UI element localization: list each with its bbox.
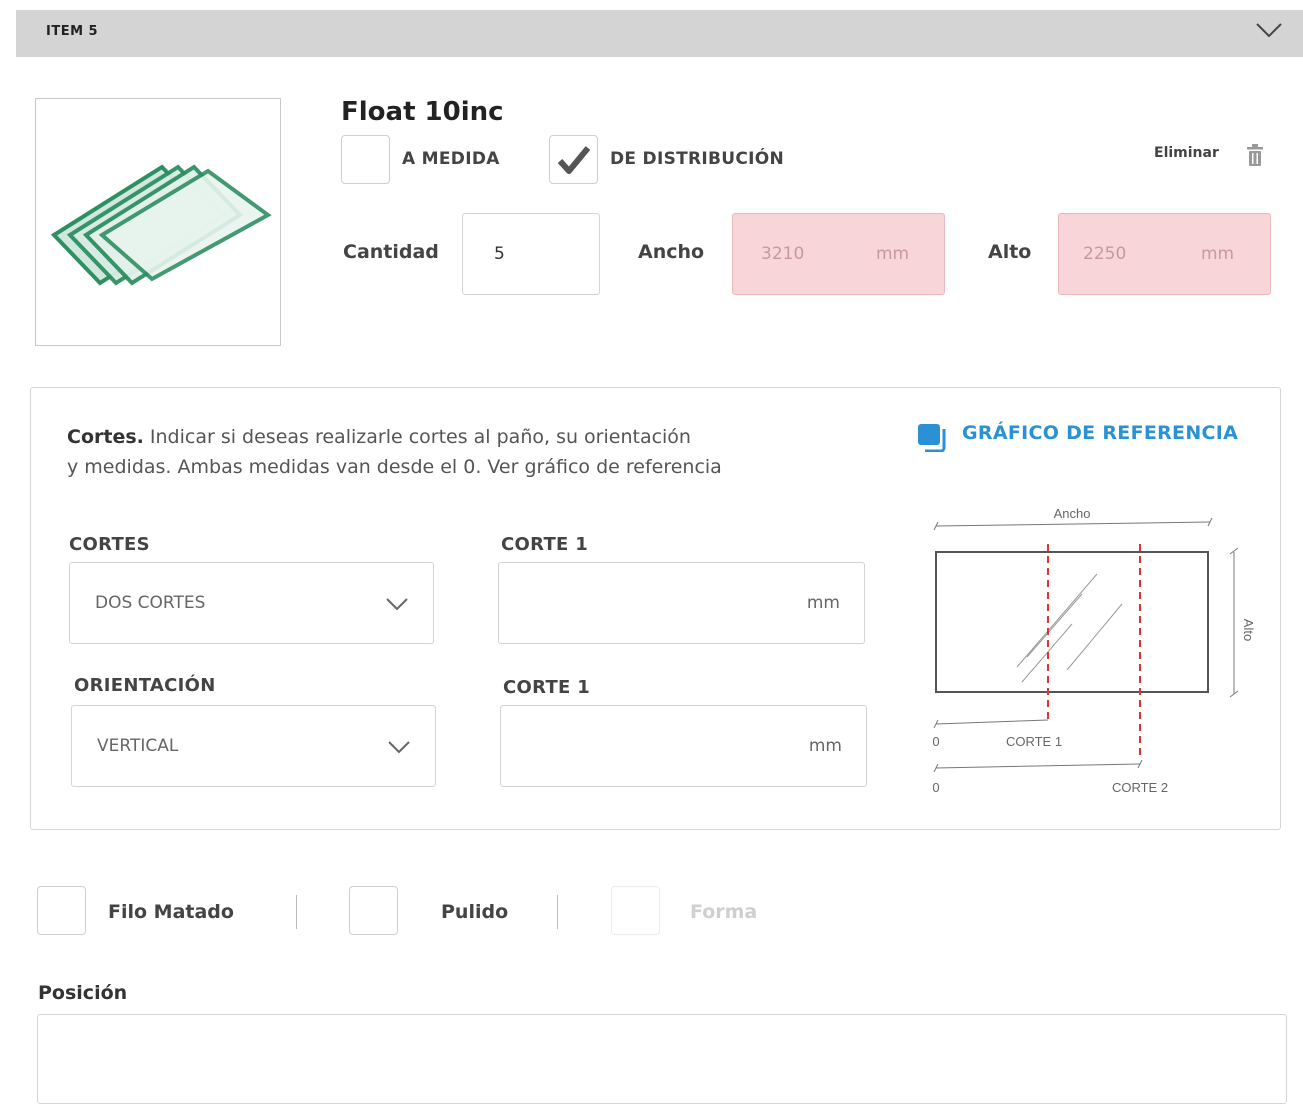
- delete-button[interactable]: Eliminar: [1154, 145, 1219, 161]
- filo-matado-checkbox[interactable]: [37, 886, 86, 935]
- chevron-down-icon: [388, 741, 410, 754]
- divider: [557, 895, 558, 929]
- pulido-label: Pulido: [441, 901, 509, 923]
- posicion-label: Posición: [38, 982, 128, 1004]
- item-title: ITEM 5: [46, 24, 99, 39]
- ancho-unit: mm: [876, 244, 910, 264]
- cortes-select-value: DOS CORTES: [95, 593, 206, 613]
- cantidad-input[interactable]: [462, 213, 600, 295]
- check-icon: [557, 146, 591, 174]
- forma-label: Forma: [690, 901, 758, 923]
- distribucion-label: DE DISTRIBUCIÓN: [610, 149, 785, 169]
- distribucion-checkbox[interactable]: [549, 135, 598, 184]
- filo-matado-label: Filo Matado: [108, 901, 234, 923]
- divider: [296, 895, 297, 929]
- posicion-textarea[interactable]: [37, 1014, 1287, 1104]
- diagram-zero-2: 0: [932, 780, 939, 795]
- chevron-down-icon: [386, 598, 408, 611]
- cantidad-label: Cantidad: [343, 241, 439, 263]
- ancho-value: 3210: [761, 244, 805, 264]
- cortes-desc-line1: Indicar si deseas realizarle cortes al p…: [143, 426, 691, 448]
- alto-value: 2250: [1083, 244, 1127, 264]
- alto-label: Alto: [988, 241, 1032, 263]
- reference-chart-link[interactable]: GRÁFICO DE REFERENCIA: [962, 422, 1238, 444]
- item-header[interactable]: [16, 10, 1303, 57]
- orientacion-select-value: VERTICAL: [97, 736, 179, 756]
- orientacion-select[interactable]: VERTICAL: [71, 705, 436, 787]
- corte-1-unit: mm: [806, 593, 840, 613]
- diagram-corte-2-label: CORTE 2: [1112, 780, 1168, 795]
- forma-checkbox[interactable]: [611, 886, 660, 935]
- cortes-description: Cortes. Indicar si deseas realizarle cor…: [67, 422, 867, 482]
- orientacion-label: ORIENTACIÓN: [74, 675, 216, 696]
- corte-1-label: CORTE 1: [501, 534, 589, 555]
- chevron-down-icon[interactable]: [1256, 22, 1282, 38]
- corte-2-unit: mm: [808, 736, 842, 756]
- ancho-dimension-line: [935, 521, 1211, 527]
- diagram-zero-1: 0: [932, 734, 939, 749]
- glass-pane-rect: [935, 551, 1209, 693]
- copy-icon[interactable]: [917, 422, 949, 452]
- a-medida-checkbox[interactable]: [341, 135, 390, 184]
- corte-1-input[interactable]: mm: [498, 562, 865, 644]
- pulido-checkbox[interactable]: [349, 886, 398, 935]
- cantidad-value: 5: [494, 244, 505, 264]
- ancho-label: Ancho: [638, 241, 705, 263]
- corte-2-label: CORTE 1: [503, 677, 591, 698]
- cortes-desc-bold: Cortes.: [67, 426, 144, 448]
- corte-2-input[interactable]: mm: [500, 705, 867, 787]
- alto-unit: mm: [1201, 244, 1235, 264]
- product-image: [35, 98, 281, 346]
- diagram-alto-label: Alto: [1241, 619, 1256, 641]
- cortes-select[interactable]: DOS CORTES: [69, 562, 434, 644]
- diagram-corte-1-label: CORTE 1: [1006, 734, 1062, 749]
- diagram-ancho-label: Ancho: [1054, 506, 1091, 521]
- reference-diagram: Ancho Alto 0 CORTE 1 0 CORTE 2: [932, 506, 1256, 795]
- a-medida-label: A MEDIDA: [402, 149, 500, 169]
- cortes-label: CORTES: [69, 534, 150, 555]
- product-name: Float 10inc: [341, 97, 504, 127]
- glass-sheets-icon: [50, 164, 272, 286]
- cortes-desc-line2: y medidas. Ambas medidas van desde el 0.…: [67, 456, 722, 478]
- trash-icon[interactable]: [1245, 143, 1265, 167]
